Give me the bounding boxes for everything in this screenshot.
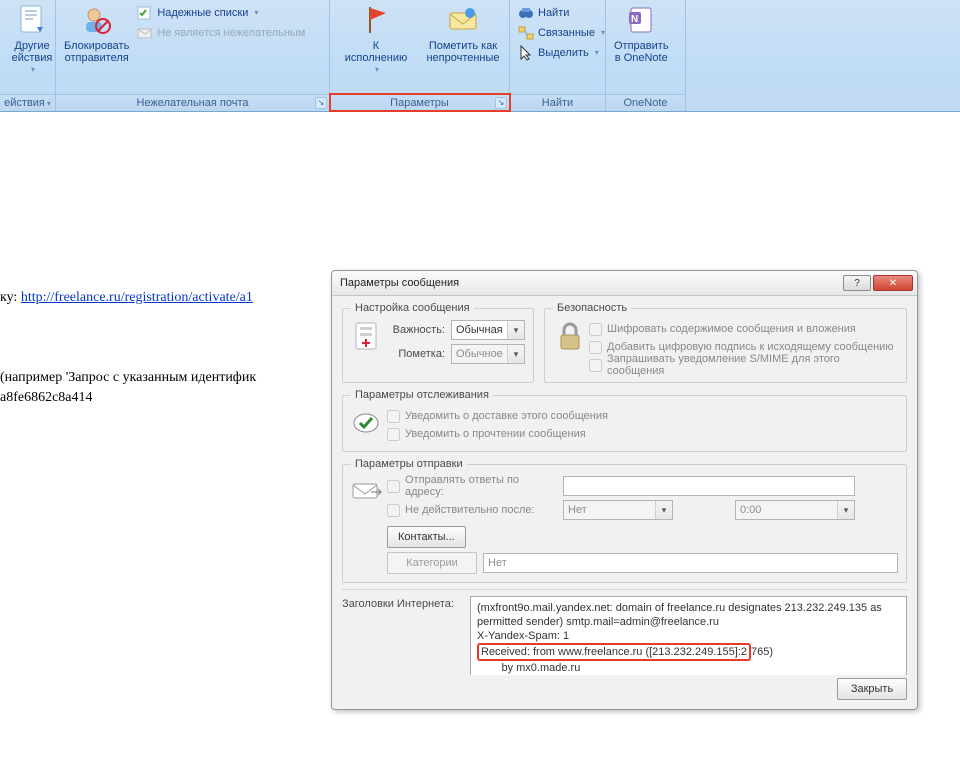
internet-headers-label: Заголовки Интернета:	[342, 596, 460, 610]
dialog-title: Параметры сообщения	[340, 277, 459, 289]
received-highlight: Received: from www.freelance.ru ([213.23…	[477, 643, 751, 661]
checklist-icon	[137, 5, 153, 21]
categories-input	[483, 553, 898, 573]
mail-body: ку: http://freelance.ru/registration/act…	[0, 150, 330, 410]
internet-headers-textarea[interactable]: (mxfront9o.mail.yandex.net: domain of fr…	[470, 596, 907, 675]
group-legend: Настройка сообщения	[351, 302, 474, 314]
group-label-options[interactable]: Параметры ↘	[330, 94, 510, 111]
importance-combo[interactable]: Обычная	[451, 320, 525, 340]
expires-time-combo: 0:00	[735, 500, 855, 520]
binoculars-icon	[518, 5, 534, 21]
not-junk-button: Не является нежелательным	[135, 24, 307, 42]
help-button[interactable]: ?	[843, 275, 871, 291]
delivery-receipt-checkbox: Уведомить о доставке этого сообщения	[387, 407, 898, 425]
select-button[interactable]: Выделить▾	[516, 44, 607, 62]
activation-link[interactable]: http://freelance.ru/registration/activat…	[21, 290, 253, 305]
reply-to-checkbox: Отправлять ответы по адресу:	[387, 477, 557, 495]
group-label-actions: ействия▾	[0, 94, 56, 111]
group-legend: Безопасность	[553, 302, 631, 314]
lock-icon	[553, 320, 585, 352]
categories-button: Категории	[387, 552, 477, 574]
ribbon: Другие ействия ▾ Блокировать отправителя	[0, 0, 960, 112]
tracking-group: Параметры отслеживания Уведомить о доста…	[342, 389, 907, 452]
related-icon	[518, 25, 534, 41]
find-button[interactable]: Найти	[516, 4, 607, 22]
read-receipt-checkbox: Уведомить о прочтении сообщения	[387, 425, 898, 443]
page-icon	[16, 4, 48, 36]
group-legend: Параметры отправки	[351, 458, 467, 470]
group-legend: Параметры отслеживания	[351, 389, 493, 401]
block-sender-button[interactable]: Блокировать отправителя	[62, 2, 131, 64]
expires-checkbox: Не действительно после:	[387, 501, 557, 519]
dialog-launcher-icon[interactable]: ↘	[315, 97, 327, 109]
not-junk-icon	[137, 25, 153, 41]
other-actions-button[interactable]: Другие ействия ▾	[6, 2, 58, 76]
safe-lists-button[interactable]: Надежные списки▾	[135, 4, 307, 22]
dialog-titlebar[interactable]: Параметры сообщения ? ✕	[332, 271, 917, 296]
svg-text:N: N	[631, 14, 638, 25]
encrypt-checkbox: Шифровать содержимое сообщения и вложени…	[589, 320, 898, 338]
block-sender-icon	[81, 4, 113, 36]
mark-unread-button[interactable]: Пометить как непрочтенные	[420, 2, 506, 64]
window-close-button[interactable]: ✕	[873, 275, 913, 291]
body-line-2: (например 'Запрос с указанным идентифик	[0, 370, 330, 386]
group-label-find: Найти	[510, 94, 606, 111]
flag-icon	[360, 4, 392, 36]
sensitivity-label: Пометка:	[387, 348, 445, 360]
related-button[interactable]: Связанные▾	[516, 24, 607, 42]
envelope-icon	[447, 4, 479, 36]
reply-to-input	[563, 476, 855, 496]
tracking-icon	[351, 407, 383, 439]
body-line-3: a8fe6862c8a414	[0, 390, 330, 406]
smime-checkbox: Запрашивать уведомление S/MIME для этого…	[589, 356, 898, 374]
close-button[interactable]: Закрыть	[837, 678, 907, 700]
cursor-icon	[518, 45, 534, 61]
dialog-launcher-icon[interactable]: ↘	[495, 97, 507, 109]
expires-date-combo: Нет	[563, 500, 673, 520]
message-options-dialog: Параметры сообщения ? ✕ Настройка сообще…	[331, 270, 918, 710]
delivery-icon	[351, 476, 383, 508]
settings-icon	[351, 320, 383, 352]
group-label-onenote: OneNote	[606, 94, 686, 111]
contacts-button[interactable]: Контакты...	[387, 526, 466, 548]
message-settings-group: Настройка сообщения Важность: Обычная По…	[342, 302, 534, 383]
importance-label: Важность:	[387, 324, 445, 336]
sensitivity-combo[interactable]: Обычное	[451, 344, 525, 364]
onenote-icon: N	[625, 4, 657, 36]
followup-button[interactable]: К исполнению ▾	[336, 2, 416, 76]
delivery-group: Параметры отправки Отправлять ответы по …	[342, 458, 907, 583]
send-onenote-button[interactable]: N Отправить в OneNote	[612, 2, 671, 64]
security-group: Безопасность Шифровать содержимое сообще…	[544, 302, 907, 383]
group-label-junk: Нежелательная почта ↘	[56, 94, 330, 111]
